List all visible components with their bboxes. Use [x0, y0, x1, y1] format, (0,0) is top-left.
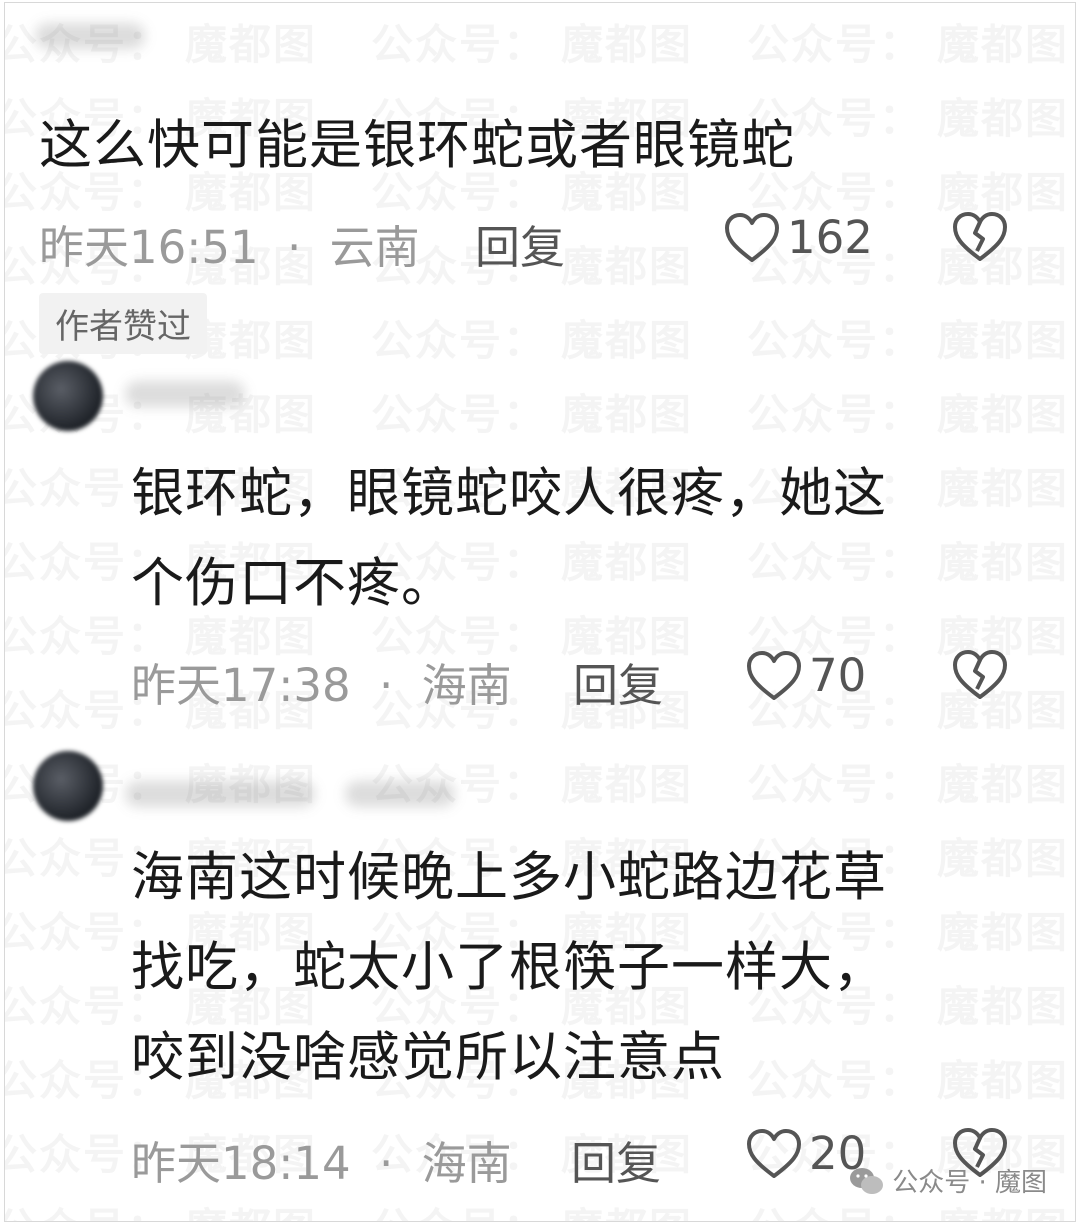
watermark-text: 魔都图	[561, 1195, 693, 1221]
comment-line: 找吃，蛇太小了根筷子一样大，	[131, 937, 887, 998]
watermark-text: 魔都图	[937, 825, 1069, 886]
reply-button[interactable]: 回复	[573, 649, 663, 714]
heart-outline-icon	[745, 650, 803, 702]
watermark-text: 魔都图	[561, 751, 693, 812]
broken-heart-icon	[951, 649, 1009, 701]
meta-separator: ·	[287, 221, 302, 274]
like-count: 70	[809, 649, 867, 702]
comment-text: 这么快可能是银环蛇或者眼镜蛇	[39, 115, 795, 176]
watermark-text: 公众号：	[747, 751, 923, 812]
watermark-text: 公众号：	[371, 11, 547, 72]
watermark-text: 魔都图	[937, 973, 1069, 1034]
watermark-text: 公众号：	[747, 381, 923, 442]
brand-watermark: 公众号 · 魔图	[848, 1162, 1047, 1199]
watermark-text: 魔都图	[561, 307, 693, 368]
comment-line: 咬到没啥感觉所以注意点	[131, 1027, 725, 1088]
avatar[interactable]	[33, 751, 103, 821]
blurred-username	[345, 781, 455, 807]
watermark-text: 魔都图	[185, 1195, 317, 1221]
comment-text: 海南这时候晚上多小蛇路边花草 找吃，蛇太小了根筷子一样大， 咬到没啥感觉所以注意…	[131, 833, 887, 1103]
dislike-button[interactable]	[951, 211, 1009, 263]
watermark-text: 魔都图	[937, 307, 1069, 368]
comment-time: 昨天16:51	[39, 221, 259, 274]
comment-region: 云南	[329, 221, 420, 274]
comment-meta: 昨天18:14 · 海南	[131, 1127, 512, 1192]
heart-outline-icon	[745, 1128, 803, 1180]
watermark-text: 公众号：	[371, 307, 547, 368]
reply-button[interactable]: 回复	[475, 211, 565, 276]
blurred-username	[125, 381, 245, 407]
like-button[interactable]: 70	[745, 649, 866, 702]
watermark-text: 魔都图	[937, 455, 1069, 516]
blurred-username	[35, 23, 145, 49]
comment-time: 昨天17:38	[131, 659, 351, 712]
comment-line: 个伤口不疼。	[131, 553, 455, 614]
meta-separator: ·	[379, 659, 394, 712]
heart-outline-icon	[723, 212, 781, 264]
watermark-text: 魔都图	[185, 11, 317, 72]
watermark-text: 公众号：	[747, 307, 923, 368]
watermark-text: 魔都图	[937, 899, 1069, 960]
watermark-text: 魔都图	[937, 529, 1069, 590]
meta-separator: ·	[379, 1137, 394, 1190]
watermark-text: 魔都图	[937, 11, 1069, 72]
watermark-text: 公众号：	[371, 381, 547, 442]
like-count: 162	[787, 211, 873, 264]
watermark-text: 魔都图	[561, 233, 693, 294]
watermark-text: 魔都图	[937, 85, 1069, 146]
watermark-text: 公众号：	[5, 1195, 171, 1221]
watermark-text: 魔都图	[561, 381, 693, 442]
author-liked-badge: 作者赞过	[39, 293, 207, 354]
watermark-text: 魔都图	[937, 381, 1069, 442]
broken-heart-icon	[951, 211, 1009, 263]
comment-line: 海南这时候晚上多小蛇路边花草	[131, 847, 887, 908]
like-button[interactable]: 162	[723, 211, 873, 264]
comment-meta: 昨天17:38 · 海南	[131, 649, 512, 714]
watermark-text: 公众号：	[747, 11, 923, 72]
watermark-text: 公众号：	[747, 1195, 923, 1221]
watermark-text: 魔都图	[561, 11, 693, 72]
watermark-text: 魔都图	[937, 1047, 1069, 1108]
watermark-text: 魔都图	[937, 751, 1069, 812]
comment-screenshot: 公众号：魔都图公众号：魔都图公众号：魔都图公众号：魔都图公众号：魔都图公众号：魔…	[4, 2, 1076, 1222]
comment-line: 银环蛇，眼镜蛇咬人很疼，她这	[131, 463, 887, 524]
reply-button[interactable]: 回复	[571, 1127, 661, 1192]
comment-region: 海南	[421, 1137, 512, 1190]
dislike-button[interactable]	[951, 649, 1009, 701]
comment-meta: 昨天16:51 · 云南	[39, 211, 420, 276]
comment-time: 昨天18:14	[131, 1137, 351, 1190]
comment-region: 海南	[421, 659, 512, 712]
watermark-text: 公众号：	[371, 1195, 547, 1221]
avatar[interactable]	[33, 361, 103, 431]
comment-text: 银环蛇，眼镜蛇咬人很疼，她这 个伤口不疼。	[131, 449, 887, 629]
brand-label: 公众号 · 魔图	[892, 1168, 1047, 1198]
watermark-text: 魔都图	[937, 1195, 1069, 1221]
blurred-username	[125, 781, 315, 807]
wechat-icon	[848, 1166, 884, 1196]
